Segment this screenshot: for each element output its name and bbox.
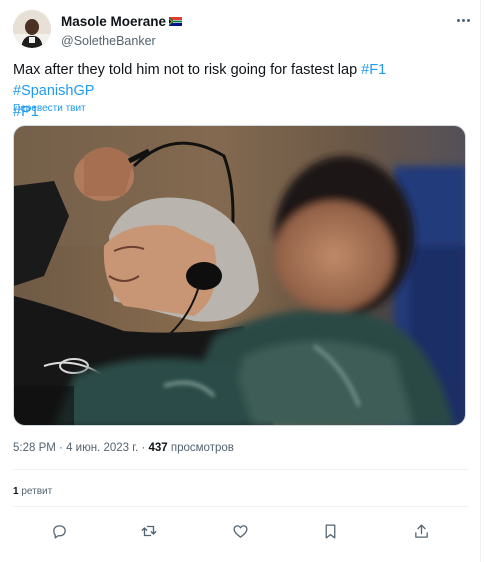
bookmark-icon (325, 523, 335, 539)
retweet-count: 1 (13, 486, 19, 497)
tweet-card: Masole Moerane @SoletheBanker Max after … (0, 0, 485, 562)
more-dot (466, 18, 470, 22)
retweet-label: ретвит (21, 486, 53, 497)
meta-separator: · (141, 442, 146, 454)
author-name-row[interactable]: Masole Moerane (61, 14, 183, 29)
share-icon (414, 523, 428, 538)
author-display-name[interactable]: Masole Moerane (61, 14, 166, 29)
frame-border (480, 0, 481, 562)
tweet-meta: 5:28 PM · 4 июн. 2023 г. · 437 просмотро… (13, 442, 234, 454)
heart-icon (232, 524, 248, 538)
bookmark-button[interactable] (317, 518, 343, 544)
reply-icon (52, 524, 66, 539)
retweet-button[interactable] (136, 518, 162, 544)
south-africa-flag-icon (169, 17, 183, 26)
share-button[interactable] (408, 518, 434, 544)
more-dot (456, 18, 460, 22)
tweet-date[interactable]: 4 июн. 2023 г. (66, 442, 138, 454)
reply-button[interactable] (46, 518, 72, 544)
like-button[interactable] (227, 518, 253, 544)
hashtag-f1[interactable]: #F1 (361, 62, 386, 78)
avatar[interactable] (13, 10, 51, 48)
action-bar (13, 518, 468, 544)
meta-separator: · (59, 442, 63, 454)
tweet-header: Masole Moerane @SoletheBanker (13, 10, 473, 50)
more-icon[interactable] (453, 14, 473, 26)
translate-tweet-link[interactable]: Перевести твит (13, 103, 86, 114)
retweet-icon (141, 525, 157, 537)
author-handle[interactable]: @SoletheBanker (61, 34, 182, 48)
author-info: Masole Moerane @SoletheBanker (61, 13, 183, 48)
more-dot (461, 18, 465, 22)
photo-image (14, 126, 465, 425)
tweet-time[interactable]: 5:28 PM (13, 442, 56, 454)
tweet-body: Max after they told him not to risk goin… (13, 62, 362, 78)
divider (13, 469, 468, 470)
divider (13, 506, 468, 507)
tweet-photo[interactable] (13, 125, 466, 426)
views-label: просмотров (170, 442, 234, 454)
views-count: 437 (148, 442, 168, 454)
retweet-stats[interactable]: 1 ретвит (13, 486, 52, 497)
hashtag-spanishgp[interactable]: #SpanishGP (13, 83, 94, 99)
avatar-image (13, 10, 51, 48)
